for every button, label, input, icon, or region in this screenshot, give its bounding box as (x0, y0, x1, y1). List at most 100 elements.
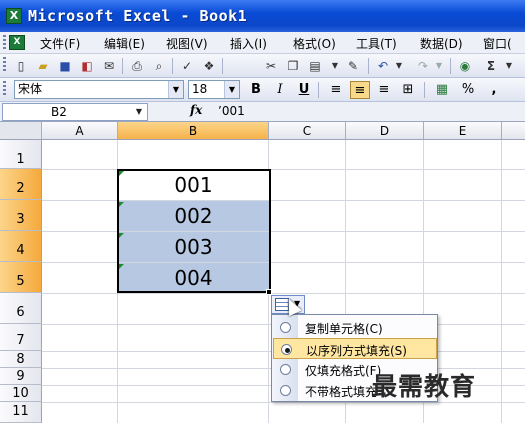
menu-data[interactable]: 数据(D) (420, 35, 463, 52)
option-label: 以序列方式填充(S) (306, 344, 407, 358)
currency-icon[interactable]: ▦ (432, 81, 452, 99)
toolbar-separator (172, 58, 173, 74)
toolbar-separator (122, 58, 123, 74)
save-icon[interactable]: ■ (56, 57, 74, 75)
watermark-logo: 最需教育 (372, 372, 477, 401)
row-header-3[interactable]: 3 (0, 200, 42, 231)
align-center-icon[interactable]: ≡ (350, 81, 370, 99)
column-header-d[interactable]: D (346, 122, 424, 140)
print-preview-icon[interactable]: ⌕ (150, 57, 168, 75)
new-icon[interactable]: ▯ (12, 57, 30, 75)
toolbar-separator (450, 58, 451, 74)
toolbar-separator (424, 82, 425, 98)
standard-toolbar: ▯ ▰ ■ ◧ ✉ ⎙ ⌕ ✓ ❖ ✂ ❐ ▤ ▼ ✎ ↶ ▼ ↷ ▼ ◉ Σ … (0, 54, 525, 78)
paste-dropdown-icon[interactable]: ▼ (326, 57, 344, 75)
gridline (42, 231, 525, 232)
cut-icon[interactable]: ✂ (262, 57, 280, 75)
align-left-icon[interactable]: ≡ (326, 81, 346, 99)
formula-bar: B2 ▼ fx ’001 (0, 102, 525, 122)
toolbar-separator (222, 58, 223, 74)
column-header-e[interactable]: E (424, 122, 502, 140)
menu-edit[interactable]: 编辑(E) (104, 35, 145, 52)
percent-button[interactable]: % (458, 81, 478, 99)
menu-format[interactable]: 格式(O) (293, 35, 336, 52)
toolbar-grip[interactable] (3, 57, 6, 73)
chevron-down-icon[interactable]: ▼ (168, 81, 183, 98)
paste-icon[interactable]: ▤ (306, 57, 324, 75)
gridline (42, 169, 525, 170)
bold-button[interactable]: B (246, 81, 266, 99)
radio-icon (280, 385, 291, 396)
print-icon[interactable]: ⎙ (128, 57, 146, 75)
research-icon[interactable]: ❖ (200, 57, 218, 75)
menu-file[interactable]: 文件(F) (40, 35, 80, 52)
option-label: 复制单元格(C) (305, 322, 383, 336)
row-header-9[interactable]: 9 (0, 368, 42, 385)
row-header-2[interactable]: 2 (0, 169, 42, 200)
window-title: Microsoft Excel - Book1 (28, 7, 248, 25)
autosum-icon[interactable]: Σ (482, 57, 500, 75)
row-header-10[interactable]: 10 (0, 385, 42, 402)
option-label: 仅填充格式(F) (305, 364, 382, 378)
radio-icon (280, 364, 291, 375)
toolbar-separator (368, 58, 369, 74)
menu-tools[interactable]: 工具(T) (356, 35, 397, 52)
selection-border (117, 169, 271, 293)
toolbar-grip[interactable] (3, 81, 6, 97)
row-header-1[interactable]: 1 (0, 140, 42, 169)
toolbar-separator (318, 82, 319, 98)
option-fill-series[interactable]: 以序列方式填充(S) (273, 338, 437, 359)
menu-view[interactable]: 视图(V) (166, 35, 208, 52)
gridline (42, 262, 525, 263)
workbook-icon[interactable]: X (9, 35, 25, 50)
font-name-combo[interactable]: 宋体 ▼ (14, 80, 184, 99)
excel-app-icon[interactable]: X (6, 8, 22, 24)
hyperlink-icon[interactable]: ◉ (456, 57, 474, 75)
menu-window[interactable]: 窗口( (483, 35, 512, 52)
email-icon[interactable]: ✉ (100, 57, 118, 75)
open-icon[interactable]: ▰ (34, 57, 52, 75)
column-header-a[interactable]: A (42, 122, 118, 140)
formatting-toolbar: 宋体 ▼ 18 ▼ B I U ≡ ≡ ≡ ⊞ ▦ % , (0, 78, 525, 102)
undo-dropdown-icon[interactable]: ▼ (390, 57, 408, 75)
radio-selected-icon (281, 344, 292, 355)
redo-dropdown-icon[interactable]: ▼ (430, 57, 448, 75)
insert-function-icon[interactable]: fx (190, 103, 202, 117)
underline-button[interactable]: U (294, 81, 314, 99)
name-box[interactable]: B2 ▼ (2, 103, 148, 121)
excel-window: X Microsoft Excel - Book1 X 文件(F) 编辑(E) … (0, 0, 525, 423)
row-header-6[interactable]: 6 (0, 293, 42, 324)
column-header-c[interactable]: C (269, 122, 346, 140)
column-header-b[interactable]: B (118, 122, 269, 140)
merge-center-icon[interactable]: ⊞ (398, 81, 418, 99)
menu-insert[interactable]: 插入(I) (230, 35, 267, 52)
font-name-value: 宋体 (18, 82, 43, 96)
title-bar: X Microsoft Excel - Book1 (0, 0, 525, 32)
row-header-4[interactable]: 4 (0, 231, 42, 262)
column-header-f[interactable] (502, 122, 525, 140)
menu-bar: X 文件(F) 编辑(E) 视图(V) 插入(I) 格式(O) 工具(T) 数据… (0, 32, 525, 54)
chevron-down-icon[interactable]: ▼ (131, 104, 147, 120)
row-header-5[interactable]: 5 (0, 262, 42, 293)
format-painter-icon[interactable]: ✎ (344, 57, 362, 75)
gridline (501, 140, 502, 423)
radio-icon (280, 322, 291, 333)
toolbar-grip[interactable] (3, 35, 6, 51)
font-size-value: 18 (192, 82, 208, 96)
copy-icon[interactable]: ❐ (284, 57, 302, 75)
row-header-11[interactable]: 11 (0, 402, 42, 423)
row-header-7[interactable]: 7 (0, 324, 42, 351)
row-header-8[interactable]: 8 (0, 351, 42, 368)
comma-style-button[interactable]: , (484, 81, 504, 99)
font-size-combo[interactable]: 18 ▼ (188, 80, 240, 99)
spelling-icon[interactable]: ✓ (178, 57, 196, 75)
option-label: 不带格式填充 (305, 385, 378, 399)
permission-icon[interactable]: ◧ (78, 57, 96, 75)
formula-input[interactable]: ’001 (218, 104, 245, 118)
autosum-dropdown-icon[interactable]: ▼ (500, 57, 518, 75)
option-copy-cells[interactable]: 复制单元格(C) (273, 317, 437, 338)
italic-button[interactable]: I (270, 81, 290, 99)
select-all-corner[interactable] (0, 122, 42, 140)
align-right-icon[interactable]: ≡ (374, 81, 394, 99)
chevron-down-icon[interactable]: ▼ (224, 81, 239, 98)
